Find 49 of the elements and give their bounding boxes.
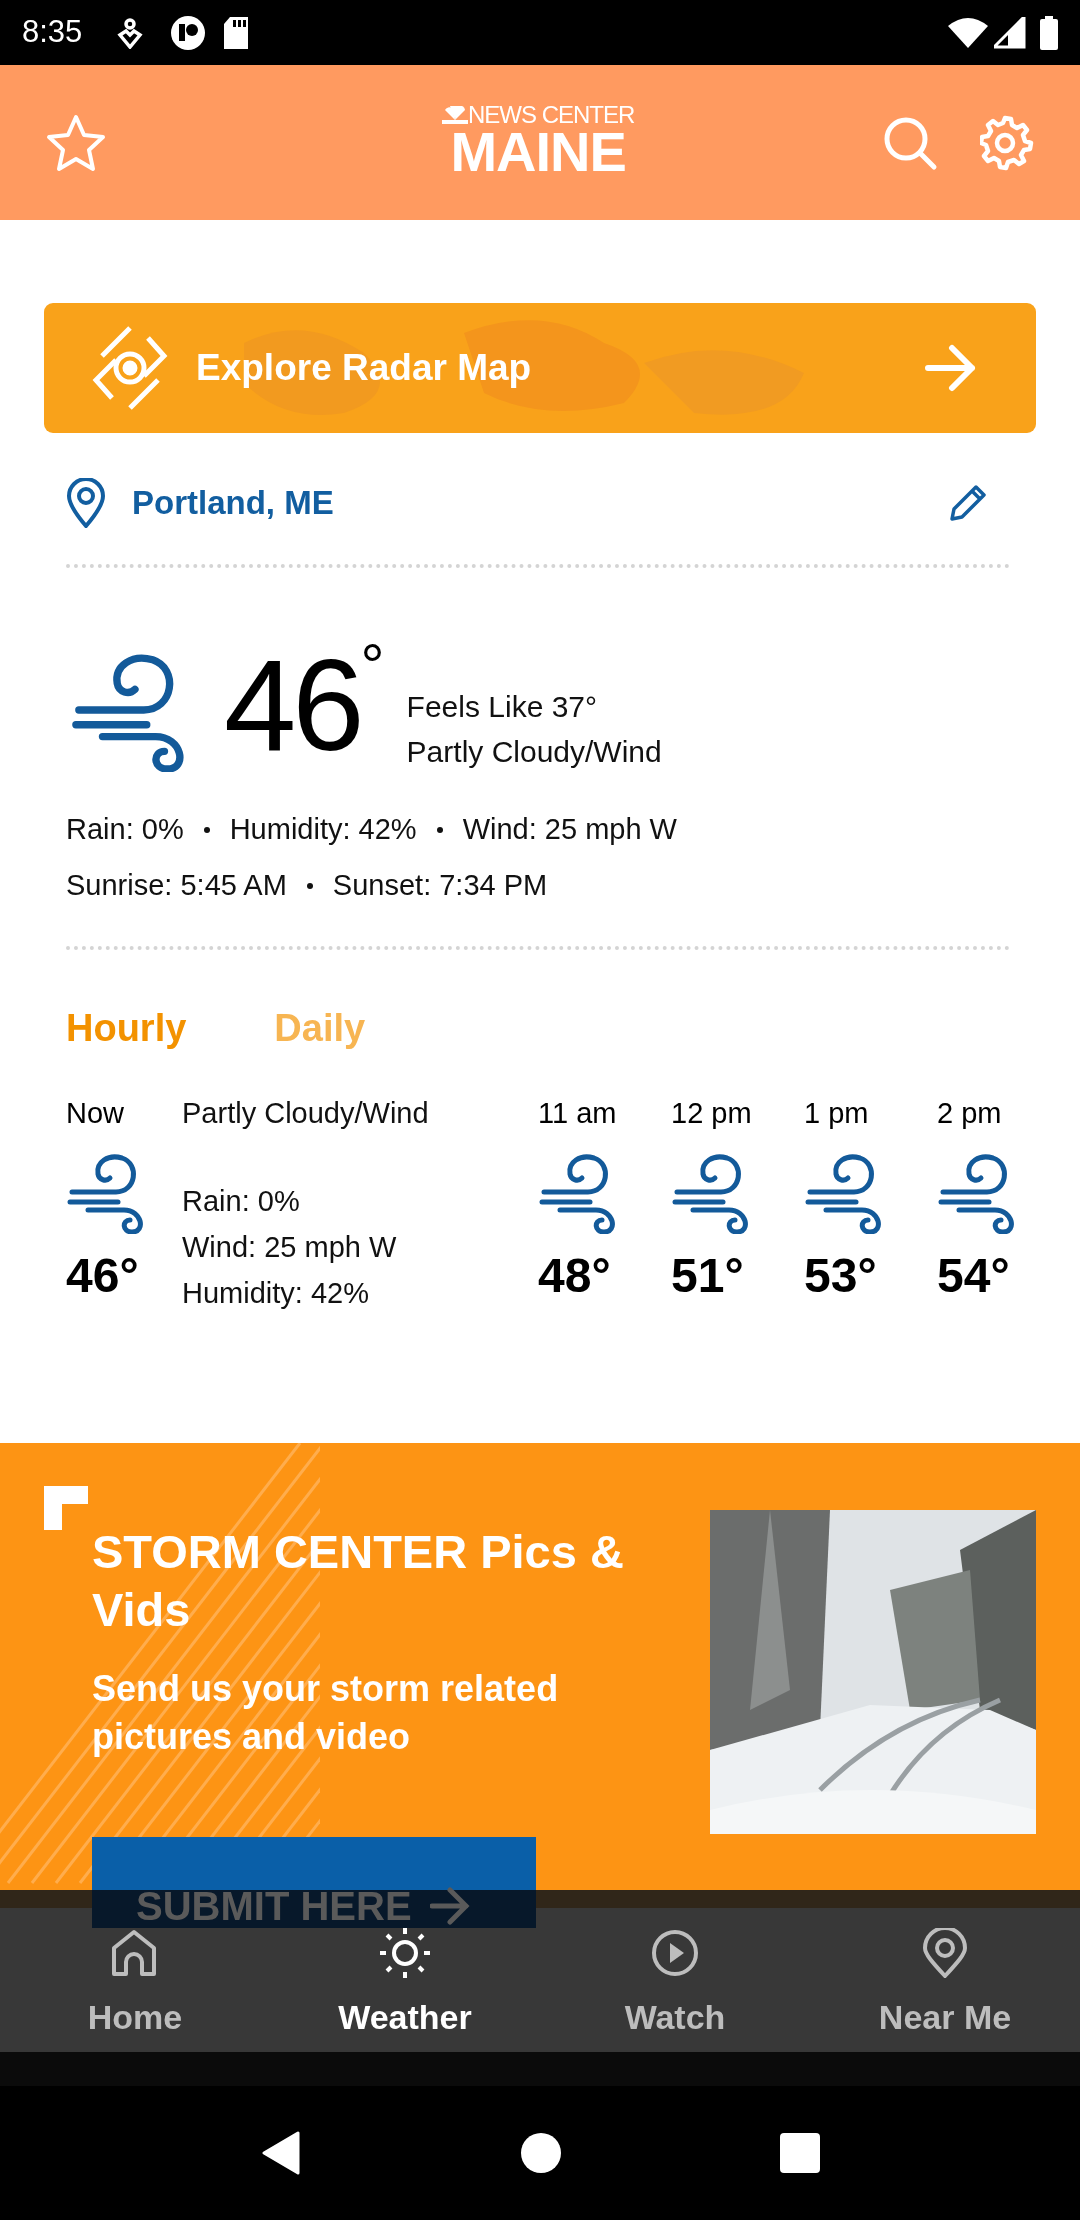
battery-icon <box>1040 15 1058 50</box>
location-name[interactable]: Portland, ME <box>132 478 334 528</box>
weather-detail: Humidity: 42% <box>229 812 417 848</box>
nav-tab[interactable]: Home <box>0 1928 270 2048</box>
hour-label: 1 pm <box>804 1096 870 1131</box>
nav-tab[interactable]: Weather <box>270 1928 540 2048</box>
degree-symbol: ° <box>360 636 385 696</box>
app-notification-icon <box>170 14 207 51</box>
weather-detail: Rain: 0% <box>66 812 184 848</box>
weather-detail: Sunset: 7:34 PM <box>332 868 548 904</box>
hour-detail: Humidity: 42% <box>182 1276 370 1311</box>
clock-time: 8:35 <box>22 13 83 52</box>
hour-temperature: 51° <box>671 1248 745 1304</box>
hour-summary: Partly Cloudy/Wind <box>182 1096 430 1131</box>
logo-text: NEWS CENTER <box>468 103 635 127</box>
hour-label: 11 am <box>538 1096 618 1131</box>
hour-label: 2 pm <box>937 1096 1003 1131</box>
sun-icon <box>380 1928 430 1978</box>
promo-subtitle: Send us your storm related pictures and video <box>92 1667 560 1759</box>
current-temperature: 46 <box>224 640 361 770</box>
hour-temperature: 54° <box>937 1248 1011 1304</box>
signal-icon <box>994 16 1026 49</box>
star-icon[interactable] <box>46 112 106 173</box>
location-pin-icon <box>920 1928 970 1978</box>
sd-card-icon <box>224 16 249 49</box>
arrow-right-icon <box>429 1886 470 1926</box>
logo-text: MAINE <box>450 127 626 178</box>
hour-label: 12 pm <box>671 1096 753 1131</box>
play-icon <box>650 1928 700 1978</box>
edit-icon[interactable] <box>948 483 988 523</box>
nav-tab[interactable]: Watch <box>540 1928 810 2048</box>
recents-icon[interactable] <box>780 2133 821 2173</box>
hour-detail: Rain: 0% <box>182 1184 301 1219</box>
feels-like-text: Feels Like 37° <box>406 689 599 725</box>
weather-detail: Sunrise: 5:45 AM <box>66 868 287 904</box>
location-pin-icon <box>66 478 106 528</box>
promo-title: STORM CENTER Pics & Vids <box>92 1524 625 1638</box>
home-button-icon[interactable] <box>521 2133 561 2173</box>
wifi-icon <box>948 17 988 48</box>
notification-icon <box>116 16 145 49</box>
hour-label: Now <box>66 1096 125 1131</box>
hour-detail: Wind: 25 mph W <box>182 1230 398 1265</box>
hour-temperature: 48° <box>538 1248 612 1304</box>
hour-temperature: 46° <box>66 1248 140 1304</box>
hour-temperature: 53° <box>804 1248 878 1304</box>
weather-detail: Wind: 25 mph W <box>462 812 677 848</box>
nav-tab[interactable]: Near Me <box>810 1928 1080 2048</box>
corner-mark-icon <box>44 1486 88 1530</box>
condition-text: Partly Cloudy/Wind <box>406 734 662 770</box>
